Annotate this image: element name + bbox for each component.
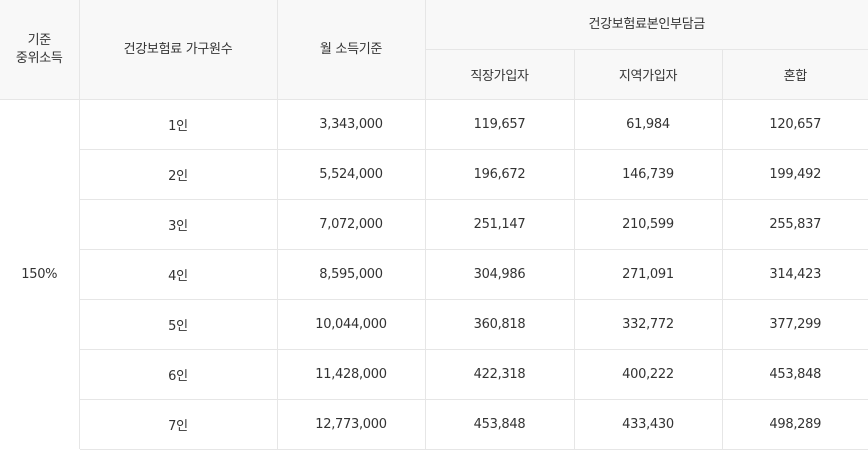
- table-row: 3인 7,072,000 251,147 210,599 255,837: [0, 199, 868, 250]
- cell-mixed: 314,423: [721, 249, 868, 300]
- table-row: 4인 8,595,000 304,986 271,091 314,423: [0, 249, 868, 300]
- table-row: 6인 11,428,000 422,318 400,222 453,848: [0, 349, 868, 400]
- cell-workplace: 251,147: [424, 199, 574, 250]
- header-criteria-line2: 중위소득: [15, 50, 63, 66]
- header-criteria: 기준 중위소득: [0, 0, 80, 100]
- cell-regional: 433,430: [573, 399, 722, 450]
- cell-household: 3인: [78, 199, 277, 250]
- table-row: 7인 12,773,000 453,848 433,430 498,289: [0, 399, 868, 450]
- cell-household: 7인: [78, 399, 277, 450]
- table-row: 5인 10,044,000 360,818 332,772 377,299: [0, 299, 868, 350]
- cell-household: 4인: [78, 249, 277, 300]
- cell-household: 5인: [78, 299, 277, 350]
- header-premium-group: 건강보험료본인부담금: [425, 0, 868, 50]
- cell-workplace: 453,848: [424, 399, 574, 450]
- cell-regional: 332,772: [573, 299, 722, 350]
- header-income: 월 소득기준: [277, 0, 426, 100]
- cell-household: 1인: [78, 99, 277, 150]
- cell-workplace: 360,818: [424, 299, 574, 350]
- header-mixed: 혼합: [722, 49, 868, 100]
- cell-regional: 400,222: [573, 349, 722, 400]
- cell-workplace: 119,657: [424, 99, 574, 150]
- cell-mixed: 453,848: [721, 349, 868, 400]
- cell-mixed: 199,492: [721, 149, 868, 200]
- cell-workplace: 304,986: [424, 249, 574, 300]
- premium-table: 기준 중위소득 건강보험료 가구원수 월 소득기준 건강보험료본인부담금 직장가…: [0, 0, 868, 450]
- cell-mixed: 120,657: [721, 99, 868, 150]
- cell-regional: 210,599: [573, 199, 722, 250]
- cell-income: 3,343,000: [276, 99, 425, 150]
- criteria-value: 150%: [0, 99, 79, 450]
- cell-income: 7,072,000: [276, 199, 425, 250]
- cell-regional: 146,739: [573, 149, 722, 200]
- cell-workplace: 422,318: [424, 349, 574, 400]
- cell-income: 12,773,000: [276, 399, 425, 450]
- table-row: 150% 1인 3,343,000 119,657 61,984 120,657: [0, 99, 868, 450]
- cell-regional: 271,091: [573, 249, 722, 300]
- cell-household: 6인: [78, 349, 277, 400]
- cell-mixed: 255,837: [721, 199, 868, 250]
- cell-household: 2인: [78, 149, 277, 200]
- cell-income: 11,428,000: [276, 349, 425, 400]
- cell-mixed: 377,299: [721, 299, 868, 350]
- cell-income: 10,044,000: [276, 299, 425, 350]
- header-criteria-line1: 기준: [27, 32, 52, 48]
- header-workplace: 직장가입자: [425, 49, 575, 100]
- cell-income: 5,524,000: [276, 149, 425, 200]
- header-regional: 지역가입자: [574, 49, 723, 100]
- header-household: 건강보험료 가구원수: [79, 0, 278, 100]
- cell-mixed: 498,289: [721, 399, 868, 450]
- cell-regional: 61,984: [573, 99, 722, 150]
- cell-income: 8,595,000: [276, 249, 425, 300]
- cell-workplace: 196,672: [424, 149, 574, 200]
- table-row: 2인 5,524,000 196,672 146,739 199,492: [0, 149, 868, 200]
